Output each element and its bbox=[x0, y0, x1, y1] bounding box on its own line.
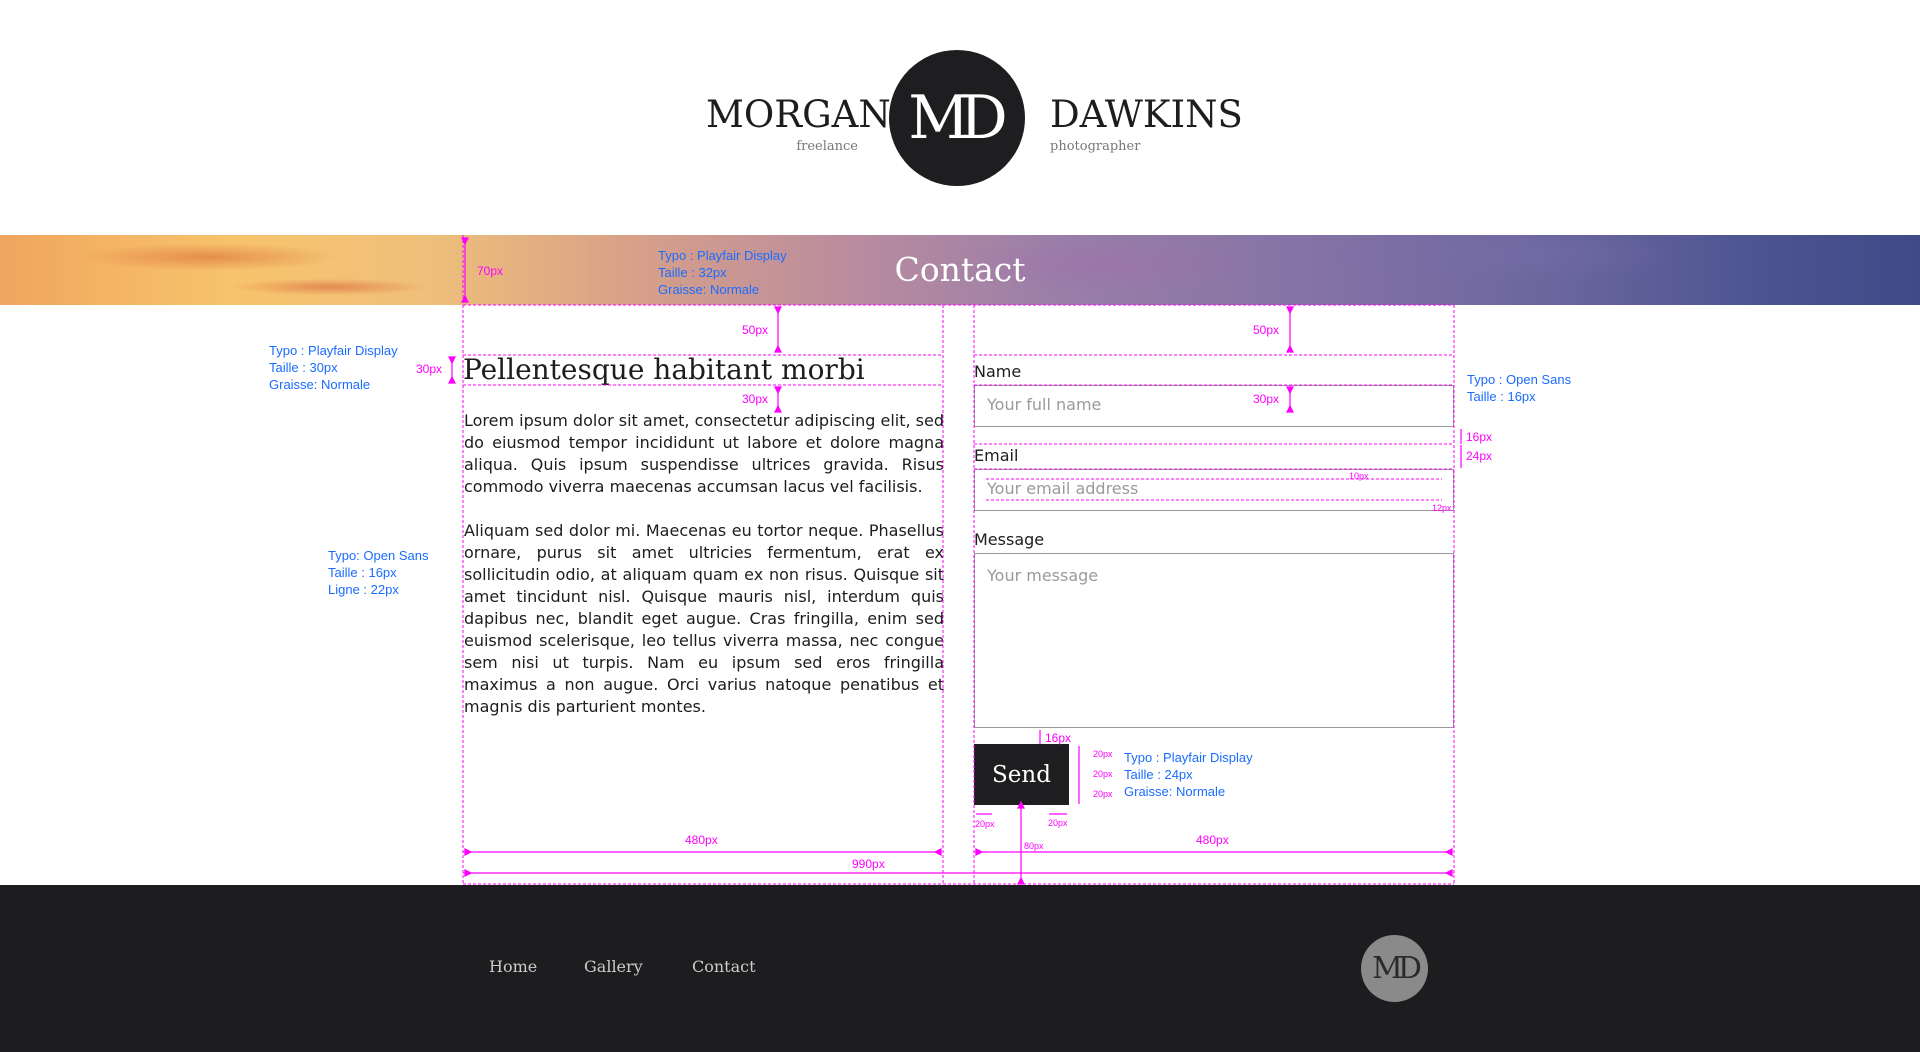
dim-label-50-right: 50px bbox=[1253, 323, 1280, 337]
footer-nav-contact[interactable]: Contact bbox=[692, 956, 756, 978]
brand-first-name: MORGAN bbox=[706, 93, 891, 136]
annotation-banner-font: Typo : Playfair Display Taille : 32px Gr… bbox=[658, 247, 787, 298]
dim-label-20-mid: 20px bbox=[1093, 769, 1113, 779]
dim-label-480-left: 480px bbox=[685, 833, 718, 847]
annotation-line: Graisse: Normale bbox=[1124, 784, 1226, 799]
brand-last: DAWKINS photographer bbox=[1050, 93, 1250, 156]
annotation-line: Typo: Open Sans bbox=[328, 548, 429, 563]
dim-label-20-bottom: 20px bbox=[1093, 789, 1113, 799]
dim-label-16-button: 16px bbox=[1045, 731, 1072, 745]
email-placeholder: Your email address bbox=[987, 479, 1139, 498]
annotation-line: Taille : 16px bbox=[328, 565, 397, 580]
name-label: Name bbox=[974, 362, 1022, 381]
paragraph-1: Lorem ipsum dolor sit amet, consectetur … bbox=[464, 411, 944, 496]
dim-label-20-top: 20px bbox=[1093, 749, 1113, 759]
annotation-line: Typo : Playfair Display bbox=[1124, 750, 1253, 765]
annotation-line: Typo : Open Sans bbox=[1467, 372, 1572, 387]
email-field[interactable]: Your email address bbox=[974, 469, 1454, 511]
footer-logo[interactable]: MD bbox=[1361, 935, 1428, 1002]
name-placeholder: Your full name bbox=[987, 395, 1102, 414]
dim-label-30-left: 30px bbox=[742, 392, 769, 406]
annotation-heading-font: Typo : Playfair Display Taille : 30px Gr… bbox=[269, 342, 398, 393]
send-button-label: Send bbox=[992, 761, 1051, 788]
dim-label-80: 80px bbox=[1024, 841, 1044, 851]
dim-label-20-left: 20px bbox=[975, 819, 995, 829]
brand-first: MORGAN freelance bbox=[706, 93, 891, 156]
page-title: Contact bbox=[894, 250, 1026, 289]
annotation-line: Taille : 30px bbox=[269, 360, 338, 375]
annotation-line: Taille : 24px bbox=[1124, 767, 1193, 782]
dim-label-16: 16px bbox=[1466, 430, 1493, 444]
annotation-line: Taille : 32px bbox=[658, 265, 727, 280]
dim-label-24: 24px bbox=[1466, 449, 1493, 463]
annotation-line: Graisse: Normale bbox=[269, 377, 371, 392]
annotation-line: Typo : Playfair Display bbox=[658, 248, 787, 263]
send-button[interactable]: Send bbox=[974, 744, 1069, 805]
dim-label-480-right: 480px bbox=[1196, 833, 1229, 847]
dim-label-20-right: 20px bbox=[1048, 818, 1068, 828]
brand-first-subtitle: freelance bbox=[796, 139, 858, 154]
annotation-line: Taille : 16px bbox=[1467, 389, 1536, 404]
dim-label-12: 12px bbox=[1432, 503, 1452, 513]
annotation-button-font: Typo : Playfair Display Taille : 24px Gr… bbox=[1124, 749, 1253, 800]
brand-last-name: DAWKINS bbox=[1050, 93, 1243, 136]
email-label: Email bbox=[974, 446, 1019, 465]
dim-label-70: 70px bbox=[477, 264, 504, 278]
paragraph-2: Aliquam sed dolor mi. Maecenas eu tortor… bbox=[464, 521, 944, 716]
dim-label-50-left: 50px bbox=[742, 323, 769, 337]
annotation-line: Typo : Playfair Display bbox=[269, 343, 398, 358]
brand-last-subtitle: photographer bbox=[1050, 139, 1141, 154]
dim-label-990: 990px bbox=[852, 857, 885, 871]
content-heading: Pellentesque habitant morbi bbox=[463, 353, 865, 386]
dim-label-10: 10px bbox=[1349, 471, 1369, 481]
footer bbox=[0, 885, 1920, 1052]
annotation-line: Ligne : 22px bbox=[328, 582, 399, 597]
footer-nav-gallery[interactable]: Gallery bbox=[584, 956, 643, 978]
footer-logo-text: MD bbox=[1372, 951, 1422, 986]
footer-nav-home[interactable]: Home bbox=[489, 956, 537, 978]
annotation-form-font: Typo : Open Sans Taille : 16px bbox=[1467, 371, 1571, 405]
header-logo-text: MD bbox=[908, 83, 1007, 153]
message-placeholder: Your message bbox=[987, 566, 1099, 585]
message-label: Message bbox=[974, 530, 1045, 549]
dim-label-30-right: 30px bbox=[1253, 392, 1280, 406]
message-field[interactable]: Your message bbox=[974, 553, 1454, 728]
name-field[interactable]: Your full name bbox=[974, 385, 1454, 427]
dim-label-30-heading: 30px bbox=[416, 362, 443, 376]
annotation-body-font: Typo: Open Sans Taille : 16px Ligne : 22… bbox=[328, 547, 428, 598]
annotation-line: Graisse: Normale bbox=[658, 282, 760, 297]
header-logo[interactable]: MD bbox=[889, 50, 1025, 186]
